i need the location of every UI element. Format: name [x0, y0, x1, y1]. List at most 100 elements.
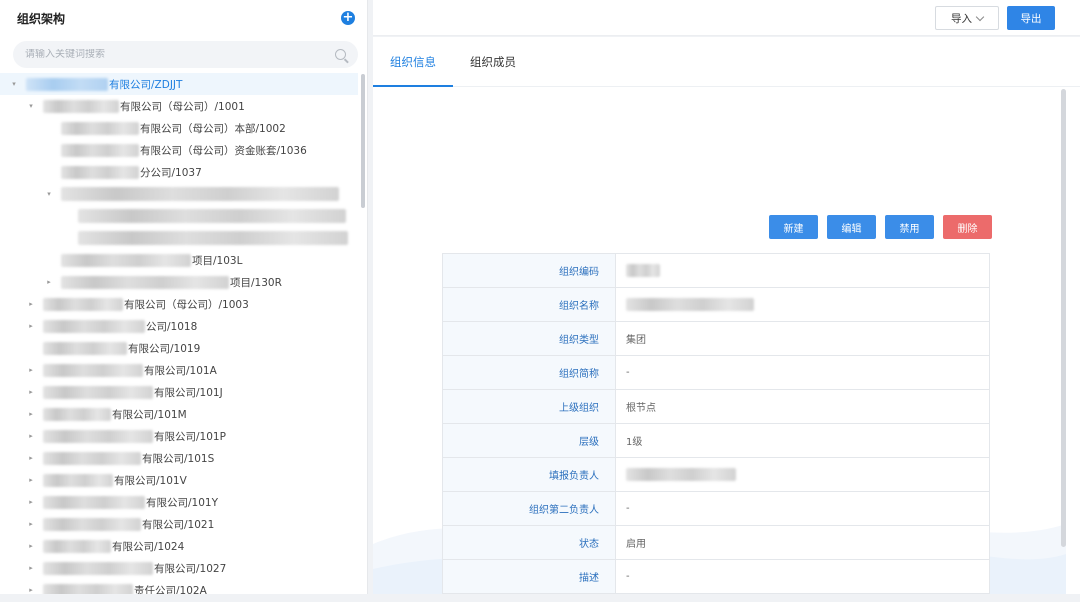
tree-node-label: 有限公司（母公司）资金账套/1036: [140, 144, 307, 157]
info-key: 填报负责人: [442, 457, 616, 492]
info-row: 组织编码: [442, 253, 990, 288]
info-key: 组织第二负责人: [442, 491, 616, 526]
tree-node[interactable]: ▸ 公司/1018: [0, 315, 358, 337]
tree-node[interactable]: ▸ 有限公司/101J: [0, 381, 358, 403]
tree-node[interactable]: ▸ 有限公司/101S: [0, 447, 358, 469]
redacted-text: [43, 495, 145, 509]
tree-node-label: 有限公司/101A: [144, 364, 217, 377]
tree-node[interactable]: ▸ 有限公司/1021: [0, 513, 358, 535]
tree-node[interactable]: ▸ 有限公司/1024: [0, 535, 358, 557]
caret-right-icon[interactable]: ▸: [27, 476, 35, 484]
tree-node[interactable]: ▾: [0, 183, 358, 205]
tree-node[interactable]: ▸ 有限公司/101V: [0, 469, 358, 491]
info-row: 层级 1级: [442, 423, 990, 458]
tree-node[interactable]: 有限公司（母公司）本部/1002: [0, 117, 358, 139]
tree-node[interactable]: ▸ 有限公司/101M: [0, 403, 358, 425]
tree-node[interactable]: 分公司/1037: [0, 161, 358, 183]
tree-node[interactable]: ▸ 项目/130R: [0, 271, 358, 293]
tree-scrollbar[interactable]: [361, 74, 365, 208]
caret-right-icon[interactable]: ▸: [27, 388, 35, 396]
redacted-text: [43, 429, 153, 443]
redacted-text: [43, 539, 111, 553]
tree-node[interactable]: 项目/103L: [0, 249, 358, 271]
caret-right-icon[interactable]: ▸: [27, 542, 35, 550]
caret-right-icon[interactable]: ▸: [27, 498, 35, 506]
tree-node[interactable]: 有限公司/1019: [0, 337, 358, 359]
caret-down-icon[interactable]: ▾: [10, 80, 18, 88]
search-box: [13, 41, 358, 68]
tree-node-label: 有限公司/101M: [112, 408, 187, 421]
tree-node[interactable]: ▸ 有限公司/101Y: [0, 491, 358, 513]
export-button[interactable]: 导出: [1007, 6, 1055, 30]
tree-node-label: 有限公司（母公司）/1001: [120, 100, 245, 113]
caret-right-icon[interactable]: ▸: [27, 300, 35, 308]
info-key: 层级: [442, 423, 616, 458]
tree-node[interactable]: ▸ 责任公司/102A: [0, 579, 358, 594]
tree-node-label: 公司/1018: [146, 320, 198, 333]
caret-right-icon[interactable]: ▸: [27, 432, 35, 440]
caret-right-icon[interactable]: ▸: [27, 410, 35, 418]
redacted-text: [78, 209, 346, 223]
detail-panel: 组织信息 组织成员 新建 编辑 禁用 删除 组织编码 组织名称 组织类型 集团 组织简称…: [373, 37, 1080, 594]
add-org-icon[interactable]: +: [341, 11, 355, 25]
redacted-text: [43, 561, 153, 575]
caret-right-icon[interactable]: ▸: [27, 520, 35, 528]
redacted-text: [61, 143, 139, 157]
tree-node-label: 有限公司/101S: [142, 452, 215, 465]
caret-down-icon[interactable]: ▾: [45, 190, 53, 198]
tree-node[interactable]: ▸ 有限公司/1027: [0, 557, 358, 579]
tree-node[interactable]: ▸ 有限公司（母公司）/1003: [0, 293, 358, 315]
tree-node-label: 有限公司/101V: [114, 474, 187, 487]
info-value: -: [615, 491, 990, 526]
caret-right-icon[interactable]: ▸: [45, 278, 53, 286]
info-row: 描述 -: [442, 559, 990, 594]
caret-right-icon[interactable]: ▸: [27, 564, 35, 572]
redacted-text: [43, 517, 141, 531]
redacted-text: [43, 407, 111, 421]
tree-node[interactable]: 有限公司（母公司）资金账套/1036: [0, 139, 358, 161]
tree-node-label: 有限公司/1027: [154, 562, 227, 575]
org-structure-header: 组织架构 +: [0, 0, 367, 36]
redacted-text: [626, 298, 754, 311]
info-row: 上级组织 根节点: [442, 389, 990, 424]
tab-org-members[interactable]: 组织成员: [453, 37, 533, 86]
info-value: 根节点: [615, 389, 990, 424]
tree-node-label: 有限公司/1021: [142, 518, 215, 531]
tree-node[interactable]: [0, 205, 358, 227]
tree-node[interactable]: ▾ 有限公司（母公司）/1001: [0, 95, 358, 117]
info-row: 组织名称: [442, 287, 990, 322]
tree-node-label: 有限公司/ZDJJT: [109, 78, 183, 91]
import-button[interactable]: 导入: [935, 6, 999, 30]
detail-scrollbar[interactable]: [1061, 89, 1066, 547]
info-value: [615, 253, 990, 288]
redacted-text: [61, 165, 139, 179]
redacted-text: [43, 363, 143, 377]
info-key: 组织名称: [442, 287, 616, 322]
edit-button[interactable]: 编辑: [827, 215, 876, 239]
info-value: 1级: [615, 423, 990, 458]
tab-org-info[interactable]: 组织信息: [373, 37, 453, 87]
caret-right-icon[interactable]: ▸: [27, 366, 35, 374]
tree-node[interactable]: ▸ 有限公司/101P: [0, 425, 358, 447]
redacted-text: [43, 99, 119, 113]
caret-down-icon[interactable]: ▾: [27, 102, 35, 110]
redacted-text: [626, 264, 660, 277]
caret-right-icon[interactable]: ▸: [27, 586, 35, 594]
new-button[interactable]: 新建: [769, 215, 818, 239]
chevron-down-icon: [975, 12, 985, 21]
tree-node[interactable]: ▾ 有限公司/ZDJJT: [0, 73, 358, 95]
search-input[interactable]: [25, 49, 335, 60]
info-key: 组织编码: [442, 253, 616, 288]
search-icon[interactable]: [335, 49, 346, 60]
redacted-text: [61, 275, 229, 289]
tree-node[interactable]: ▸ 有限公司/101A: [0, 359, 358, 381]
redacted-text: [26, 77, 108, 91]
delete-button[interactable]: 删除: [943, 215, 992, 239]
tree-node[interactable]: [0, 227, 358, 249]
caret-right-icon[interactable]: ▸: [27, 454, 35, 462]
tree-node-label: 项目/103L: [192, 254, 243, 267]
disable-button[interactable]: 禁用: [885, 215, 934, 239]
action-buttons: 新建 编辑 禁用 删除: [769, 215, 992, 239]
caret-right-icon[interactable]: ▸: [27, 322, 35, 330]
redacted-text: [43, 583, 133, 594]
